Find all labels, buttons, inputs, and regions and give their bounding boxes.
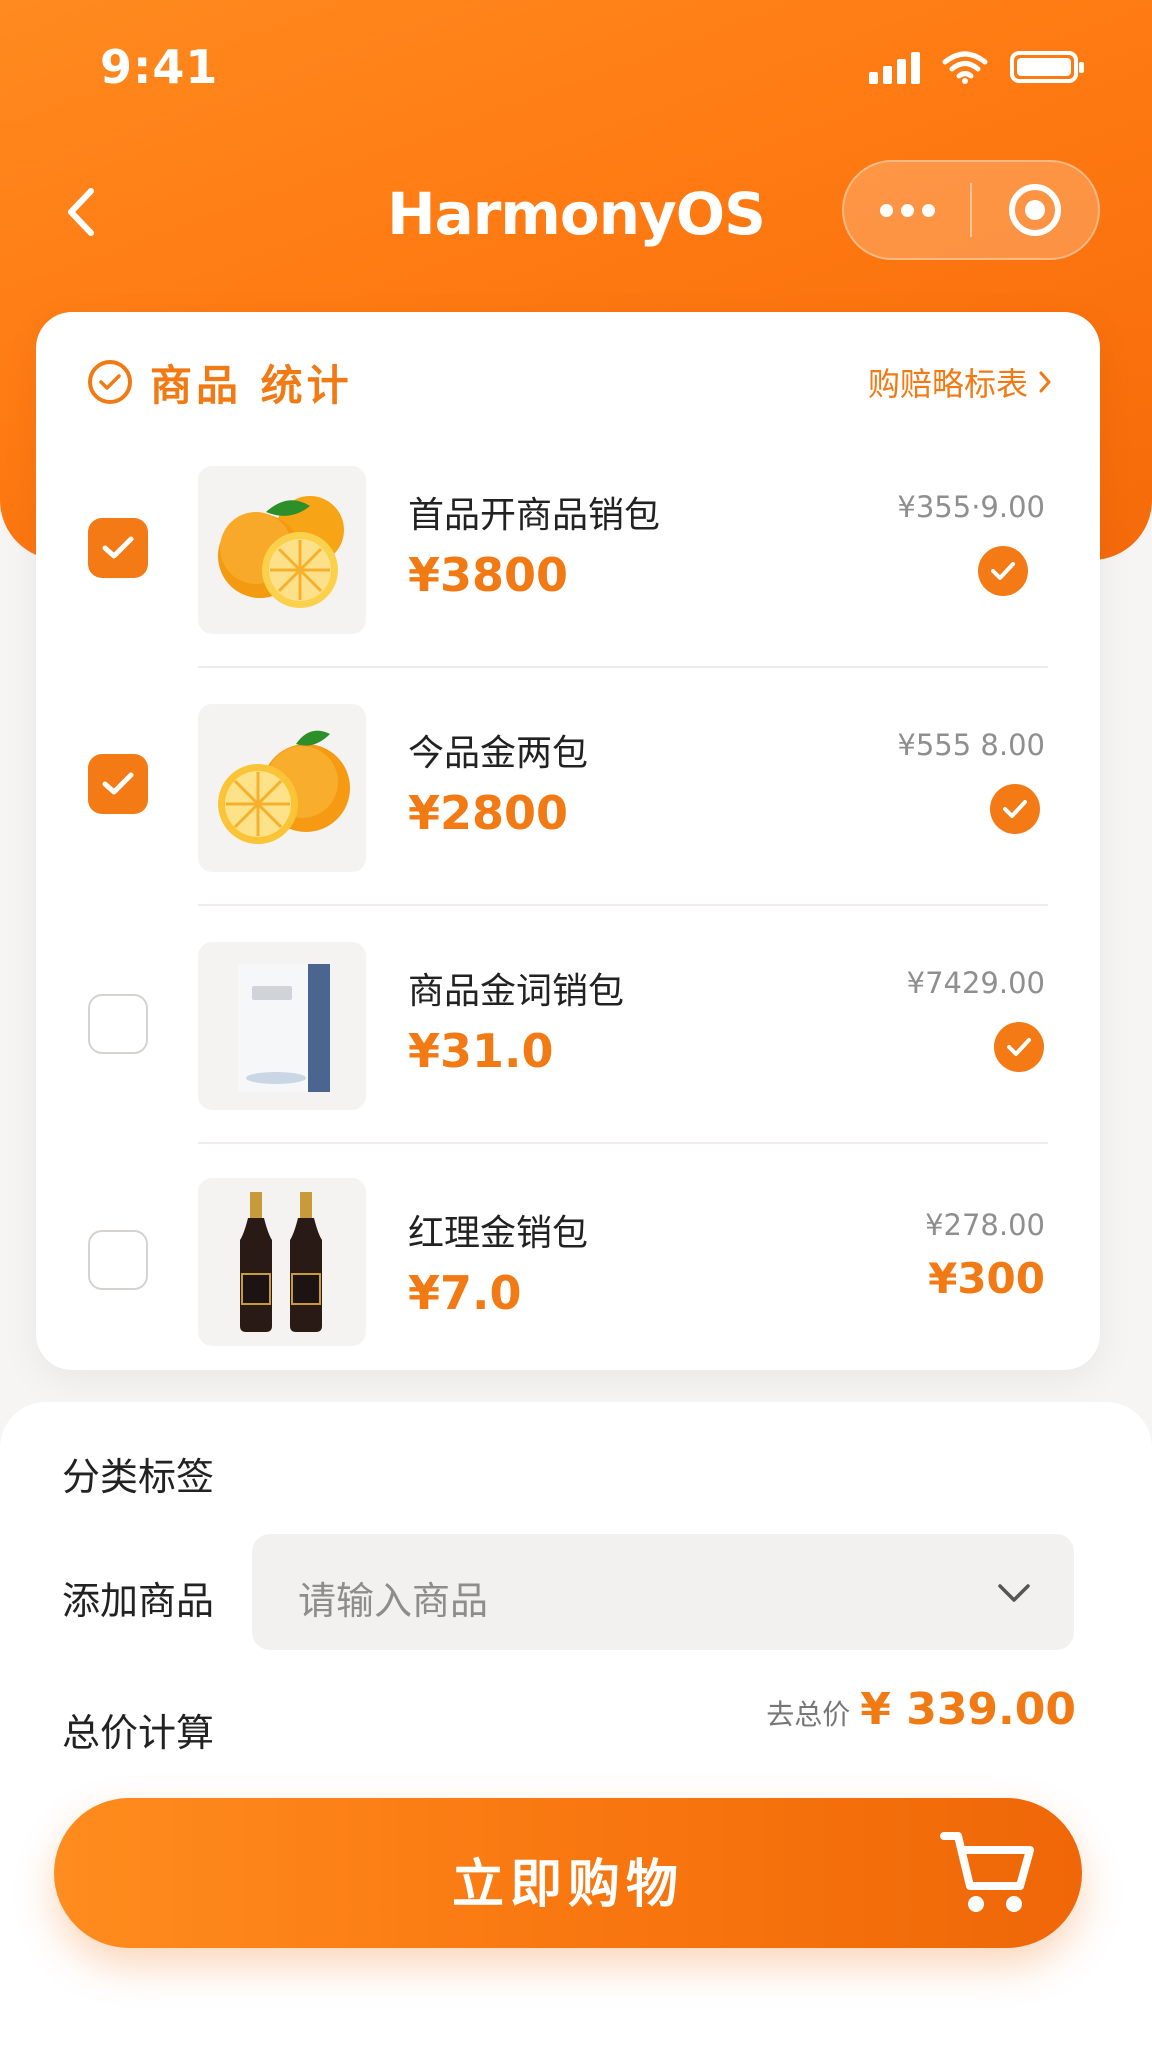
product-price: ¥2800 [408,786,569,840]
card-title-group: 商品 统计 [88,352,353,413]
bottles-icon [240,1192,322,1332]
product-image-orange [198,704,366,872]
status-icons [869,50,1084,84]
more-button[interactable] [844,162,970,258]
category-label: 分类标签 [62,1455,215,1499]
check-icon [102,772,134,795]
card-link-label: 购赔略标表 [867,365,1028,403]
check-icon [991,562,1015,580]
card-title: 商品 统计 [150,360,353,410]
select-checkbox[interactable] [88,994,148,1054]
original-price: ¥7429.00 [906,966,1045,1000]
buy-now-label: 立即购物 [451,1855,684,1915]
select-checkbox[interactable] [88,518,148,578]
circle-check-icon [88,360,132,404]
product-row[interactable]: 商品金词销包 ¥31.0 ¥7429.00 [36,906,1100,1144]
wifi-icon [942,51,988,84]
bag-icon [238,964,330,1092]
product-row[interactable]: 红理金销包 ¥7.0 ¥278.00 ¥300 [36,1144,1100,1382]
product-price: ¥3800 [408,548,569,602]
total-label: 总价计算 [62,1711,215,1755]
mini-program-capsule [842,160,1100,260]
check-icon [102,536,134,559]
card-link[interactable]: 购赔略标表 [868,359,1052,405]
close-mini-program-button[interactable] [972,162,1098,258]
selected-tick[interactable] [994,1022,1044,1072]
selected-tick[interactable] [978,546,1028,596]
product-name: 首品开商品销包 [408,495,661,536]
product-name: 商品金词销包 [408,971,625,1012]
original-price: ¥278.00 [925,1208,1045,1242]
product-image-bag [198,942,366,1110]
card-header: 商品 统计 购赔略标表 [88,352,1052,412]
total-prefix: 去总价 [766,1698,851,1731]
navigation-bar: HarmonyOS [0,160,1152,270]
signal-icon [869,50,920,84]
check-icon [1007,1038,1031,1056]
status-bar: 9:41 [0,0,1152,140]
side-price: ¥300 [928,1254,1045,1303]
add-product-placeholder: 请输入商品 [298,1579,489,1623]
battery-icon [1010,51,1084,83]
selected-tick[interactable] [990,784,1040,834]
form-panel: 分类标签 添加商品 请输入商品 总价计算 去总价 ¥ 339.00 [0,1402,1152,2048]
target-icon [1009,184,1061,236]
product-price: ¥7.0 [408,1266,522,1320]
add-product-select[interactable]: 请输入商品 [252,1534,1074,1650]
product-image-bottles [198,1178,366,1346]
orange-icon [218,730,350,844]
product-row[interactable]: 首品开商品销包 ¥3800 ¥355·9.00 [36,430,1100,668]
product-image-oranges [198,466,366,634]
oranges-icon [218,496,344,608]
product-card: 商品 统计 购赔略标表 首品开商品销包 ¥3800 ¥355·9.00 今品金两… [36,312,1100,1370]
original-price: ¥555 8.00 [897,728,1045,762]
buy-now-button[interactable]: 立即购物 [54,1798,1082,1948]
add-product-label: 添加商品 [62,1579,215,1623]
more-dots-icon [879,203,935,217]
product-row[interactable]: 今品金两包 ¥2800 ¥555 8.00 [36,668,1100,906]
product-price: ¥31.0 [408,1024,554,1078]
original-price: ¥355·9.00 [897,490,1045,524]
status-time: 9:41 [100,40,219,94]
product-name: 红理金销包 [408,1213,589,1254]
select-checkbox[interactable] [88,754,148,814]
chevron-down-icon [998,1584,1030,1602]
product-name: 今品金两包 [408,733,589,774]
select-checkbox[interactable] [88,1230,148,1290]
total-group: 去总价 ¥ 339.00 [766,1684,1076,1735]
chevron-right-icon [1039,371,1051,393]
shopping-cart-icon [940,1832,1034,1912]
check-icon [1003,800,1027,818]
total-price: ¥ 339.00 [860,1684,1076,1735]
